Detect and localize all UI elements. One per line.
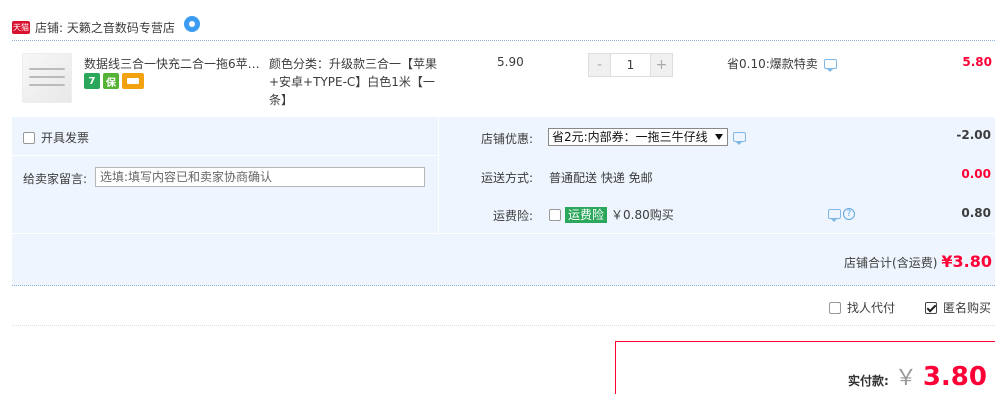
sku-description: 颜色分类：升级款三合一【苹果+安卓+TYPE-C】白色1米【一条】 — [269, 57, 438, 107]
proxy-pay-option[interactable]: 找人代付 — [828, 299, 895, 316]
cable-graphic — [29, 84, 65, 86]
payment-total: 实付款: ￥ 3.80 — [848, 360, 987, 392]
message-icon[interactable] — [828, 209, 841, 222]
insurance-label: 运费险: — [492, 209, 533, 223]
seven-day-return-icon[interactable]: 7 — [84, 73, 100, 89]
payment-value: 3.80 — [922, 362, 987, 392]
cable-graphic — [29, 76, 65, 78]
shipping-label: 运送方式: — [480, 171, 533, 185]
guarantee-icon[interactable]: 保 — [103, 73, 119, 89]
invoice-label: 开具发票 — [41, 131, 90, 145]
shop-total: 店铺合计(含运费) ¥3.80 — [844, 252, 992, 271]
seller-message-input[interactable]: 选填:填写内容已和卖家协商确认 — [95, 167, 425, 187]
discount-selected-value: 省2元:内部券：一拖三牛仔线 — [552, 130, 708, 144]
item-subtotal: 5.80 — [962, 55, 992, 69]
help-icon[interactable]: ? — [843, 208, 855, 220]
anonymous-label: 匿名购买 — [942, 301, 991, 315]
wangwang-chat-icon[interactable] — [183, 16, 200, 32]
invoice-option[interactable]: 开具发票 — [23, 129, 89, 146]
divider — [438, 117, 439, 233]
qty-input[interactable] — [610, 54, 651, 76]
divider — [12, 155, 438, 156]
unit-price: 5.90 — [497, 55, 524, 69]
payment-label: 实付款: — [848, 374, 889, 388]
service-badges: 7 保 — [84, 73, 144, 89]
dropdown-arrow-icon — [715, 134, 723, 140]
insurance-icons: ? — [828, 208, 855, 222]
message-icon[interactable] — [733, 132, 746, 145]
tmall-badge-icon: 天猫 — [12, 20, 30, 34]
shipping-method: 普通配送 快递 免邮 — [549, 171, 653, 185]
seller-message-label: 给卖家留言: — [23, 172, 88, 186]
qty-decrease-button[interactable]: - — [589, 54, 610, 76]
shipping-amount: 0.00 — [961, 167, 991, 181]
discount-label: 店铺优惠: — [480, 132, 533, 146]
product-title-link[interactable]: 数据线三合一快充二合一拖6苹… — [84, 55, 262, 72]
proxy-pay-checkbox[interactable] — [828, 301, 841, 314]
divider — [12, 40, 995, 41]
invoice-checkbox[interactable] — [23, 131, 35, 144]
checkout-options: 找人代付 匿名购买 — [828, 299, 991, 316]
currency-symbol: ￥ — [894, 366, 917, 391]
product-thumbnail[interactable] — [22, 53, 72, 103]
insurance-option[interactable]: 运费险 ￥0.80购买 — [549, 206, 674, 223]
credit-card-icon[interactable] — [122, 73, 144, 89]
quantity-stepper: - + — [588, 53, 673, 77]
qty-increase-button[interactable]: + — [651, 54, 672, 76]
shop-header: 天猫 店铺: 天籁之音数码专营店 — [12, 14, 200, 40]
shop-total-value: ¥3.80 — [941, 252, 992, 271]
divider — [12, 233, 995, 234]
cable-graphic — [29, 68, 65, 70]
anonymous-checkbox[interactable] — [924, 301, 937, 314]
insurance-checkbox[interactable] — [549, 208, 561, 221]
shop-total-label: 店铺合计(含运费) — [844, 256, 938, 270]
proxy-pay-label: 找人代付 — [846, 301, 895, 315]
discount-select[interactable]: 省2元:内部券：一拖三牛仔线 — [548, 128, 728, 146]
promo-info: 省0.10:爆款特卖 — [727, 55, 837, 72]
promo-text: 省0.10:爆款特卖 — [727, 57, 818, 71]
anonymous-option[interactable]: 匿名购买 — [924, 299, 991, 316]
insurance-tag: 运费险 — [565, 206, 608, 223]
divider — [12, 325, 995, 326]
shop-name-link[interactable]: 店铺: 天籁之音数码专营店 — [35, 19, 175, 36]
discount-amount: -2.00 — [956, 128, 991, 142]
insurance-price: ￥0.80购买 — [611, 208, 674, 222]
message-icon[interactable] — [823, 58, 837, 72]
insurance-amount: 0.80 — [961, 206, 991, 220]
